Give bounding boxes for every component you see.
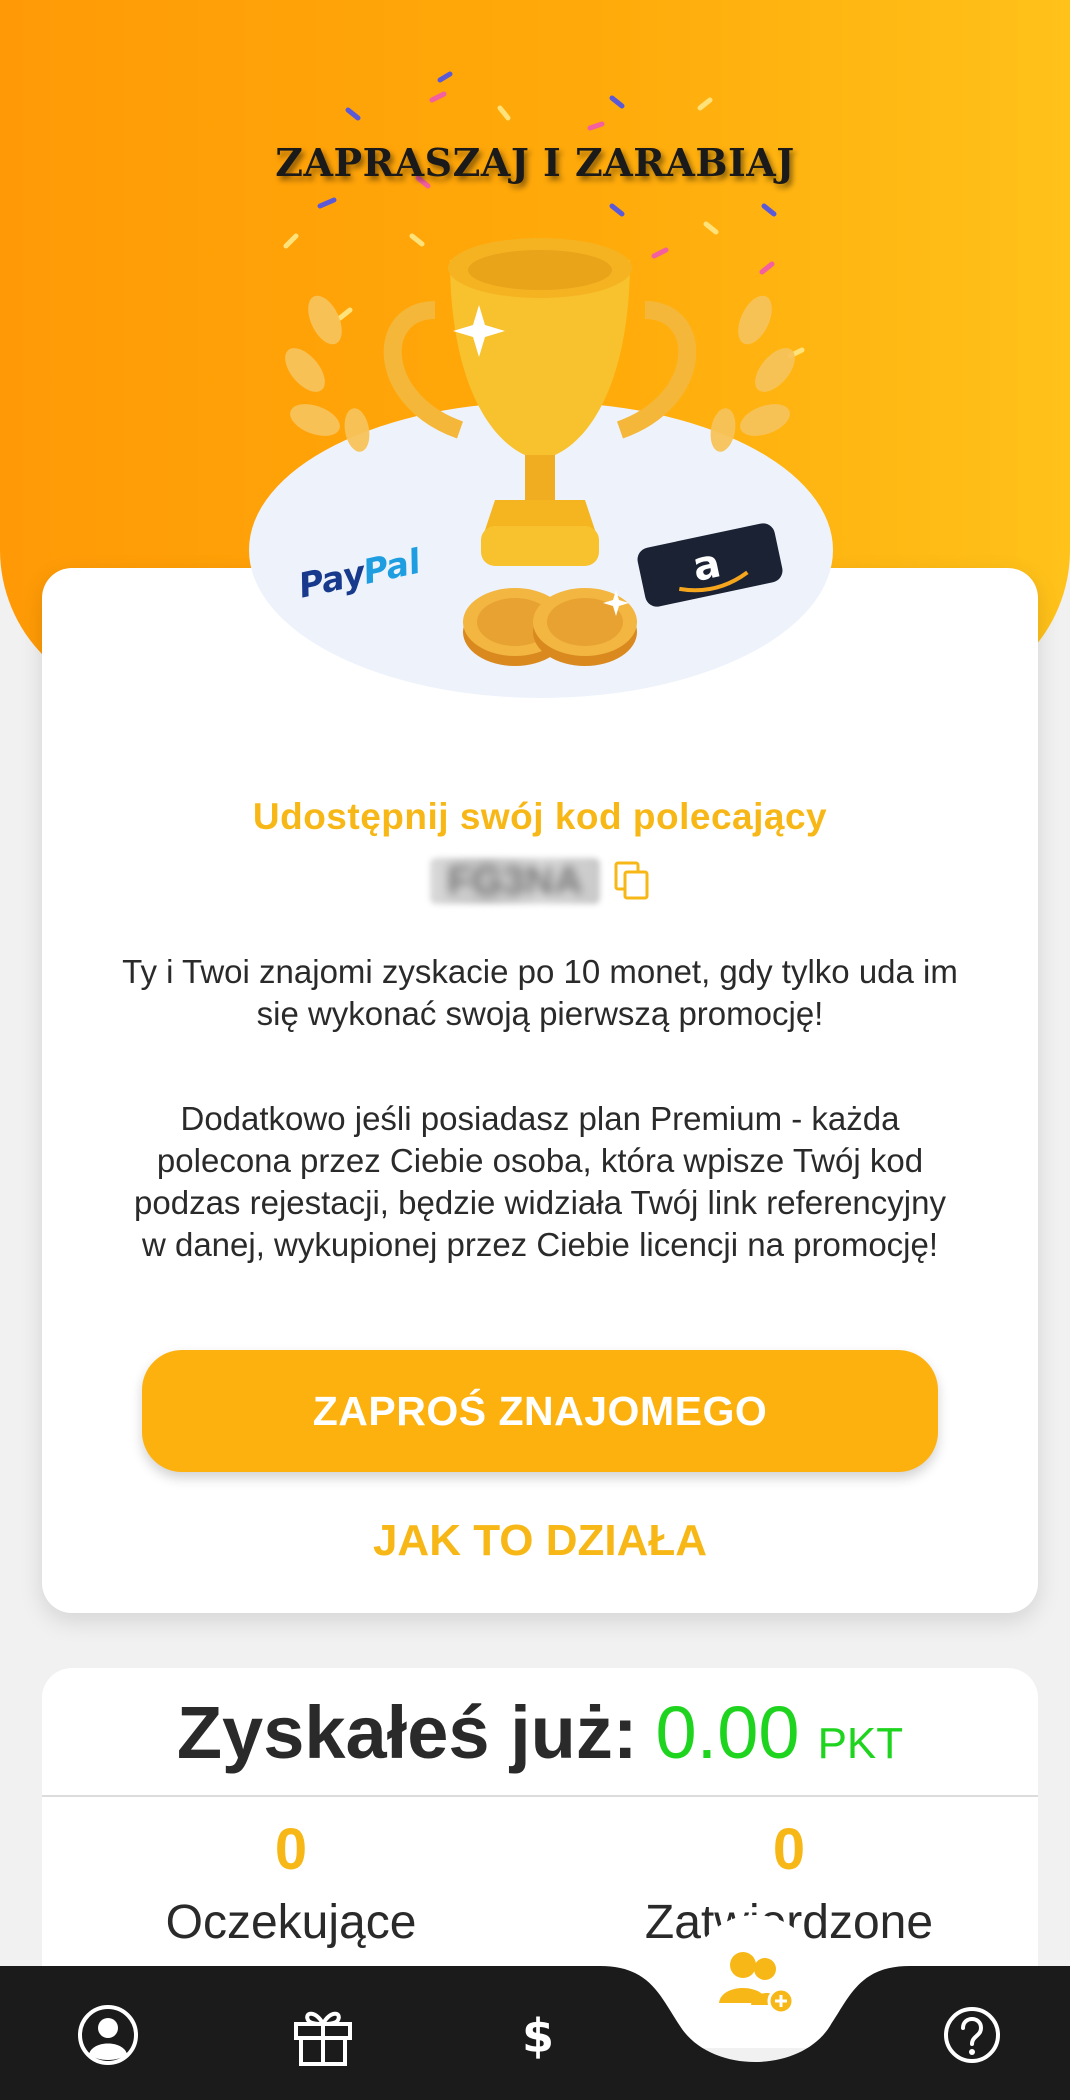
referral-code[interactable]: FG3NA bbox=[430, 858, 600, 904]
trophy-illustration: Pay Pal a bbox=[249, 238, 833, 698]
earnings-headline: Zyskałeś już: 0.00 PKT bbox=[42, 1690, 1038, 1775]
invite-friends-tab[interactable] bbox=[690, 1915, 820, 2045]
referral-title: Udostępnij swój kod polecający bbox=[252, 796, 828, 837]
how-it-works-link[interactable]: JAK TO DZIAŁA bbox=[42, 1516, 1038, 1566]
pending-stat: 0 Oczekujące bbox=[42, 1816, 540, 1950]
copy-icon[interactable] bbox=[614, 861, 650, 901]
confirmed-count: 0 bbox=[772, 1817, 806, 1882]
earnings-unit: PKT bbox=[817, 1719, 904, 1768]
invite-friends-icon bbox=[719, 1952, 795, 2015]
referral-card: Udostępnij swój kod polecający FG3NA Ty … bbox=[42, 568, 1038, 1613]
divider bbox=[42, 1795, 1038, 1797]
referral-description-1: Ty i Twoi znajomi zyskacie po 10 monet, … bbox=[122, 953, 958, 1032]
hero-title: ZAPRASZAJ I ZARABIAJ bbox=[275, 140, 795, 185]
earnings-value: 0.00 bbox=[655, 1691, 800, 1774]
pending-label: Oczekujące bbox=[165, 1896, 417, 1949]
help-icon[interactable] bbox=[937, 2000, 1007, 2070]
referral-description-2: Dodatkowo jeśli posiadasz plan Premium -… bbox=[134, 1100, 946, 1263]
referral-code-row: FG3NA bbox=[42, 858, 1038, 904]
svg-text:$: $ bbox=[522, 2009, 554, 2063]
pending-count: 0 bbox=[274, 1817, 308, 1882]
dollar-icon[interactable]: $ bbox=[503, 2000, 573, 2070]
gift-icon[interactable] bbox=[288, 2000, 358, 2070]
invite-friend-button[interactable]: ZAPROŚ ZNAJOMEGO bbox=[142, 1350, 938, 1472]
earnings-label: Zyskałeś już: bbox=[176, 1691, 638, 1774]
profile-icon[interactable] bbox=[73, 2000, 143, 2070]
